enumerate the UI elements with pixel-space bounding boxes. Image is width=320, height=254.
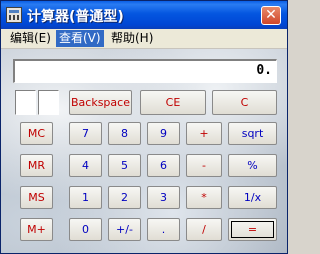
- clear-button[interactable]: C: [212, 90, 277, 115]
- key-reciprocal[interactable]: 1/x: [228, 186, 277, 209]
- key-3[interactable]: 3: [147, 186, 180, 209]
- key-decimal[interactable]: .: [147, 218, 180, 241]
- calculator-window: 计算器(普通型) ✕ 编辑(E) 查看(V) 帮助(H) 0. Backspac…: [0, 0, 288, 254]
- result-display: 0.: [13, 59, 277, 83]
- key-4[interactable]: 4: [69, 154, 102, 177]
- close-button[interactable]: ✕: [261, 6, 281, 25]
- memory-store-button[interactable]: MS: [20, 186, 53, 209]
- key-percent[interactable]: %: [228, 154, 277, 177]
- key-equals[interactable]: =: [228, 218, 277, 241]
- key-divide[interactable]: /: [186, 218, 222, 241]
- menu-edit[interactable]: 编辑(E): [7, 30, 54, 47]
- menu-help[interactable]: 帮助(H): [108, 30, 156, 47]
- memory-recall-button[interactable]: MR: [20, 154, 53, 177]
- key-plus[interactable]: +: [186, 122, 222, 145]
- key-1[interactable]: 1: [69, 186, 102, 209]
- key-multiply[interactable]: *: [186, 186, 222, 209]
- key-9[interactable]: 9: [147, 122, 180, 145]
- menu-view[interactable]: 查看(V): [56, 30, 104, 47]
- key-5[interactable]: 5: [108, 154, 141, 177]
- key-6[interactable]: 6: [147, 154, 180, 177]
- key-minus[interactable]: -: [186, 154, 222, 177]
- title-bar[interactable]: 计算器(普通型) ✕: [1, 1, 287, 29]
- memory-indicator: [15, 90, 36, 115]
- memory-indicator-right: [38, 90, 59, 115]
- key-sqrt[interactable]: sqrt: [228, 122, 277, 145]
- calculator-body: 0. Backspace CE C MC MR MS M+ 7 8 9 + sq…: [1, 49, 287, 253]
- backspace-button[interactable]: Backspace: [69, 90, 132, 115]
- clear-entry-button[interactable]: CE: [140, 90, 206, 115]
- memory-clear-button[interactable]: MC: [20, 122, 53, 145]
- memory-add-button[interactable]: M+: [20, 218, 53, 241]
- key-negate[interactable]: +/-: [108, 218, 141, 241]
- window-title: 计算器(普通型): [27, 9, 124, 25]
- key-8[interactable]: 8: [108, 122, 141, 145]
- calculator-app-icon: [6, 7, 22, 23]
- key-2[interactable]: 2: [108, 186, 141, 209]
- menu-bar: 编辑(E) 查看(V) 帮助(H): [1, 29, 287, 49]
- key-7[interactable]: 7: [69, 122, 102, 145]
- key-0[interactable]: 0: [69, 218, 102, 241]
